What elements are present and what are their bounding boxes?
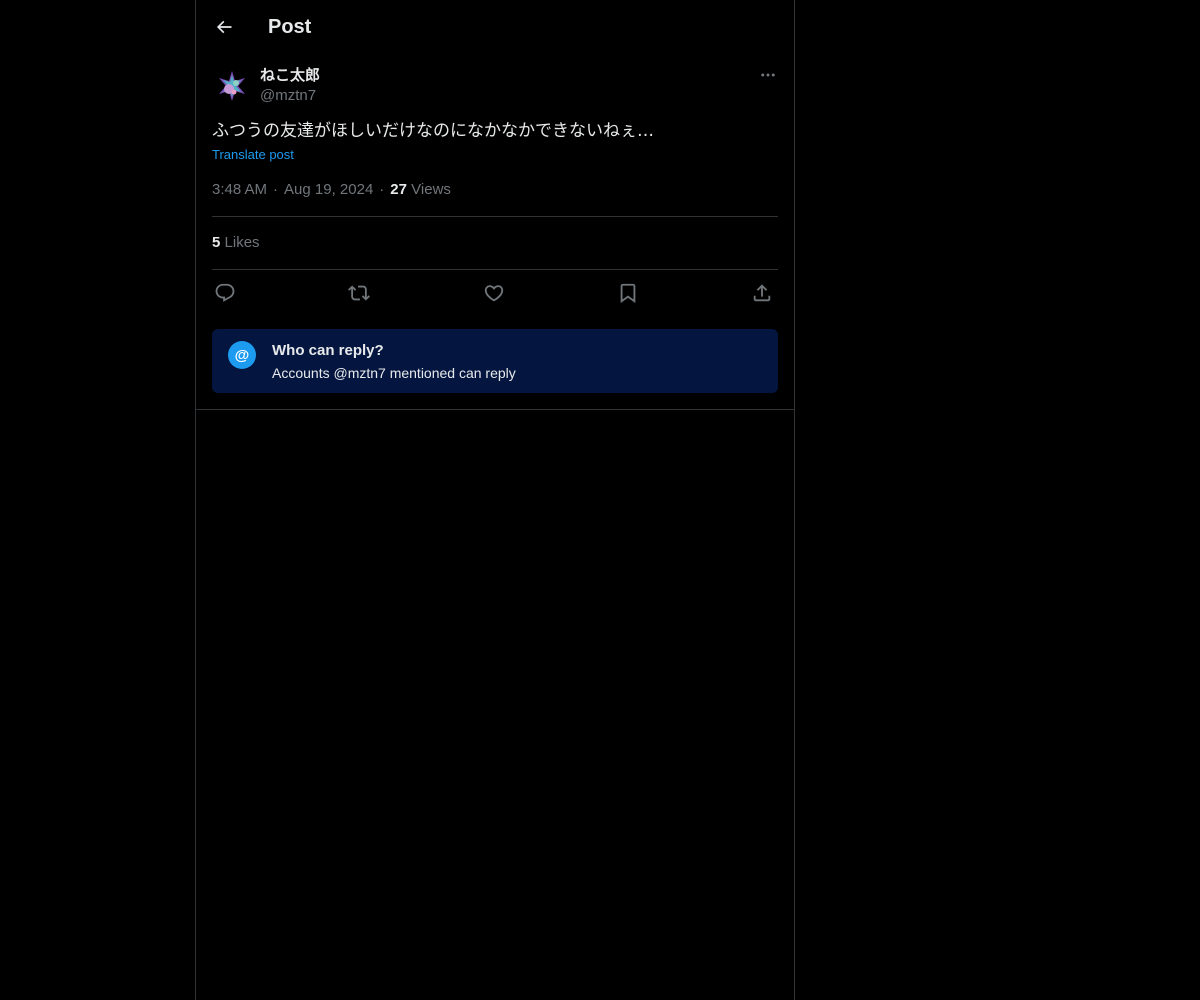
translate-post-link[interactable]: Translate post [212,146,294,164]
back-button[interactable] [207,10,241,44]
likes-count: 5 [212,234,221,251]
reply-restriction-description: Accounts @mztn7 mentioned can reply [272,365,516,381]
likes-label: Likes [224,234,260,251]
bookmark-icon [620,283,636,304]
post-date[interactable]: Aug 19, 2024 [284,181,373,198]
post-meta: 3:48 AM · Aug 19, 2024 · 27 Views [212,180,451,200]
divider [212,216,778,217]
divider [212,269,778,270]
meta-separator: · [273,181,279,198]
section-divider [196,409,794,410]
author-handle[interactable]: @mztn7 [260,86,316,106]
views-label: Views [411,181,451,198]
post-time[interactable]: 3:48 AM [212,181,267,198]
avatar[interactable] [212,66,252,106]
likes-stat[interactable]: 5 Likes [212,233,260,253]
page-header: Post [196,0,794,53]
reply-button[interactable] [212,280,238,306]
bookmark-button[interactable] [615,280,641,306]
action-bar [212,280,778,306]
more-horizontal-icon [761,73,775,77]
arrow-left-icon [216,20,232,34]
post-detail-column: Post ねこ太郎 @mztn7 ふつうの友達がほしいだけなのになかなかできない… [195,0,795,1000]
reply-restriction-title: Who can reply? [272,342,384,359]
author-display-name[interactable]: ねこ太郎 [260,66,320,86]
avatar-image [212,66,252,106]
post-text: ふつうの友達がほしいだけなのになかなかできないねぇ… [212,121,654,141]
share-icon [753,284,771,302]
repost-icon [348,285,370,301]
like-button[interactable] [481,280,507,306]
reply-restriction-notice: @ Who can reply? Accounts @mztn7 mention… [212,329,778,393]
views-count: 27 [390,181,407,198]
post-author: ねこ太郎 @mztn7 [212,64,778,108]
share-button[interactable] [749,280,775,306]
page-title: Post [268,16,312,38]
more-options-button[interactable] [758,64,778,86]
reply-icon [215,283,235,302]
repost-button[interactable] [346,280,372,306]
mention-icon: @ [228,341,256,369]
meta-separator: · [379,181,385,198]
heart-icon [484,285,504,302]
